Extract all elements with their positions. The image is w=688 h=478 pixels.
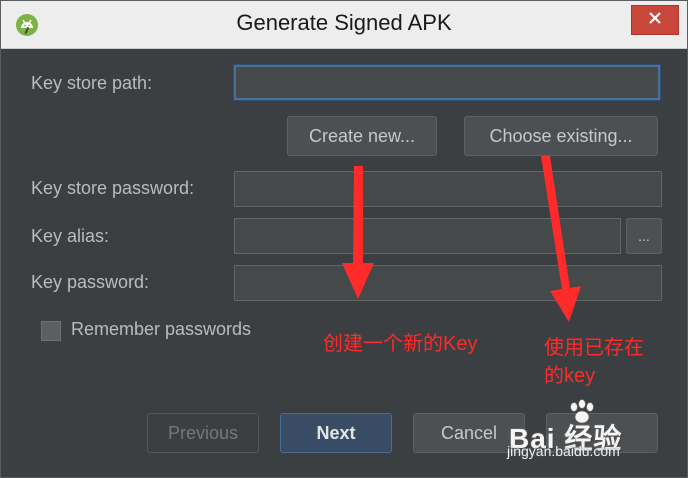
create-new-arrow <box>342 166 374 299</box>
baidu-url: jingyan.baidu.com <box>507 443 620 459</box>
baidu-watermark: Bai 经验 jingyan.baidu.com <box>507 399 685 469</box>
use-existing-annotation-line2: 的key <box>544 365 596 387</box>
create-new-annotation: 创建一个新的Key <box>323 333 478 355</box>
generate-signed-apk-dialog: Generate Signed APK Key store path: Crea… <box>0 0 688 478</box>
choose-existing-arrow <box>541 156 581 322</box>
use-existing-annotation-line1: 使用已存在 <box>544 337 644 359</box>
